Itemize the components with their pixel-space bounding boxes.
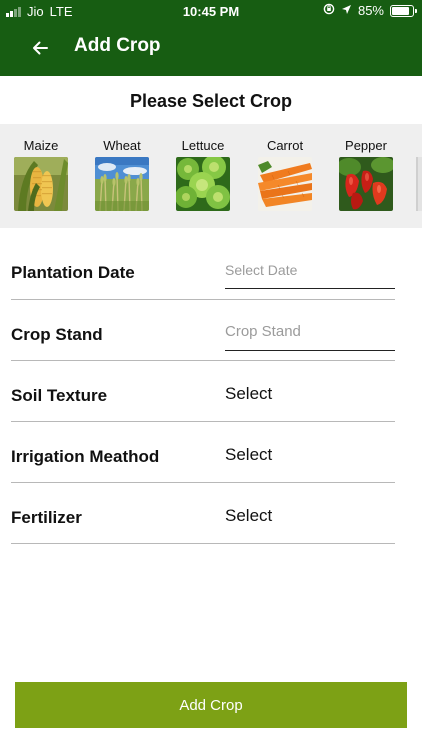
page-title: Add Crop bbox=[74, 35, 161, 56]
orientation-lock-icon bbox=[323, 3, 335, 18]
crop-stand-label: Crop Stand bbox=[11, 325, 103, 344]
plantation-date-input[interactable]: Select Date bbox=[225, 262, 395, 289]
battery-percent: 85% bbox=[357, 3, 384, 18]
crop-item-carrot[interactable]: Carrot bbox=[255, 138, 315, 211]
crop-label: Maize bbox=[23, 138, 59, 153]
maize-image bbox=[14, 157, 68, 211]
crop-selector[interactable]: Maize Wheat Lettuce Carrot Pepper bbox=[0, 124, 422, 228]
irrigation-method-row[interactable]: Irrigation Meathod Select bbox=[11, 422, 395, 483]
status-bar: Jio LTE 10:45 PM 85% bbox=[0, 0, 422, 22]
crop-label: Pepper bbox=[345, 138, 387, 153]
plantation-date-row: Plantation Date Select Date bbox=[11, 239, 395, 300]
crop-item-pepper[interactable]: Pepper bbox=[336, 138, 396, 211]
crop-label: Carrot bbox=[266, 138, 304, 153]
pepper-image bbox=[339, 157, 393, 211]
crop-item-lettuce[interactable]: Lettuce bbox=[173, 138, 233, 211]
irrigation-method-label: Irrigation Meathod bbox=[11, 447, 160, 466]
fertilizer-row[interactable]: Fertilizer Select bbox=[11, 483, 395, 544]
crop-stand-row: Crop Stand Crop Stand bbox=[11, 300, 395, 361]
add-crop-button[interactable]: Add Crop bbox=[15, 682, 407, 728]
arrow-left-icon bbox=[33, 41, 48, 55]
location-arrow-icon bbox=[341, 3, 352, 18]
crop-label: Lettuce bbox=[181, 138, 225, 153]
soil-texture-row[interactable]: Soil Texture Select bbox=[11, 361, 395, 422]
app-bar: Add Crop bbox=[0, 22, 422, 76]
soil-texture-select[interactable]: Select bbox=[225, 384, 272, 404]
crop-label: Wheat bbox=[103, 138, 141, 153]
back-button[interactable] bbox=[26, 34, 54, 62]
crop-stand-input[interactable]: Crop Stand bbox=[225, 323, 395, 351]
battery-icon bbox=[390, 4, 417, 17]
status-right: 85% bbox=[323, 3, 417, 18]
fertilizer-select[interactable]: Select bbox=[225, 506, 272, 526]
plantation-date-label: Plantation Date bbox=[11, 263, 135, 282]
irrigation-method-select[interactable]: Select bbox=[225, 445, 272, 465]
carrot-image bbox=[258, 157, 312, 211]
fertilizer-label: Fertilizer bbox=[11, 508, 82, 527]
wheat-image bbox=[95, 157, 149, 211]
crop-item-maize[interactable]: Maize bbox=[11, 138, 71, 211]
lettuce-image bbox=[176, 157, 230, 211]
select-crop-heading: Please Select Crop bbox=[129, 91, 293, 111]
soil-texture-label: Soil Texture bbox=[11, 386, 108, 405]
crop-item-partial[interactable] bbox=[416, 157, 422, 211]
crop-item-wheat[interactable]: Wheat bbox=[92, 138, 152, 211]
